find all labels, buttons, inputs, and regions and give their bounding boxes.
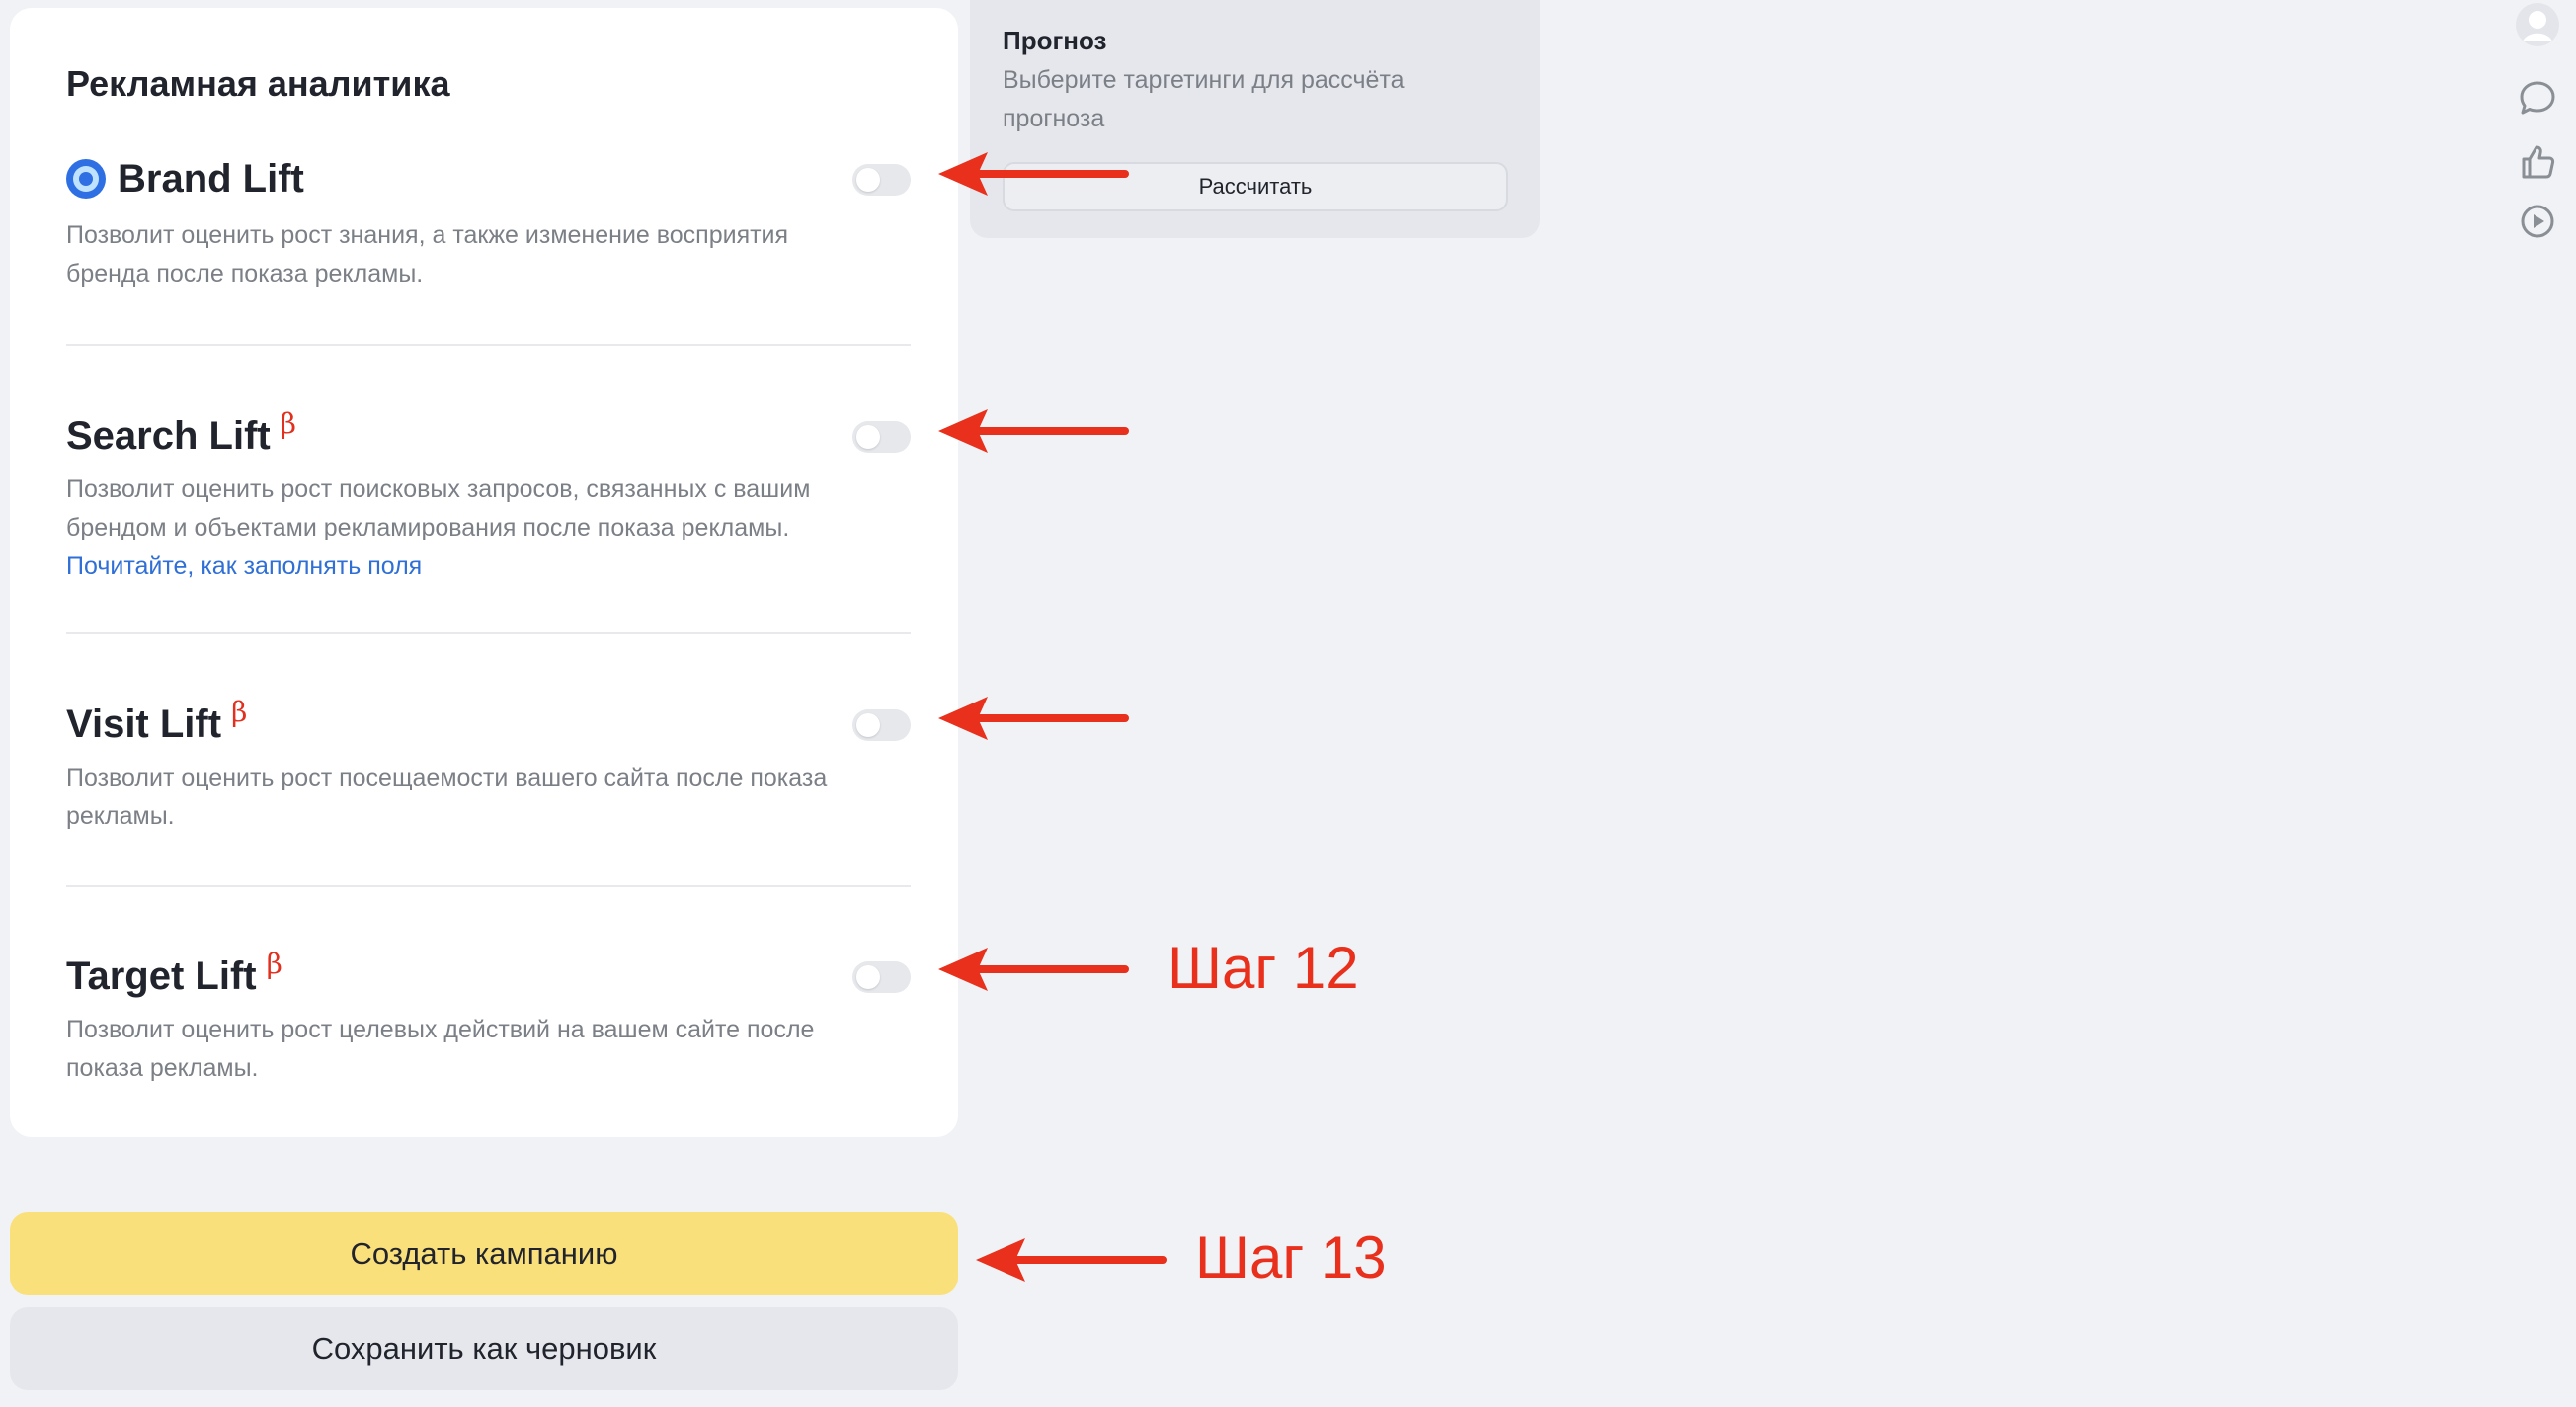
section-description: Позволит оценить рост знания, а также из… — [66, 221, 789, 288]
section-head: Search Lift β — [66, 407, 296, 460]
toggle-knob — [856, 713, 880, 737]
annotation-arrow-visit-lift — [938, 697, 1129, 740]
divider — [66, 344, 911, 346]
section-visit-lift: Visit Lift β Позволит оценить рост посещ… — [66, 696, 911, 838]
target-lift-toggle[interactable] — [852, 961, 911, 993]
annotation-arrow-brand-lift — [938, 152, 1129, 196]
section-description: Позволит оценить рост поисковых запросов… — [66, 470, 876, 586]
toggle-knob — [856, 168, 880, 192]
brand-lift-logo-icon — [66, 159, 106, 199]
beta-badge: β — [231, 696, 248, 728]
annotation-arrow-search-lift — [938, 409, 1129, 453]
annotation-arrow-create-campaign — [976, 1238, 1167, 1282]
divider — [66, 885, 911, 887]
section-head: Brand Lift — [66, 154, 304, 204]
toggle-knob — [856, 425, 880, 449]
forecast-title: Прогноз — [1003, 26, 1107, 55]
save-draft-button[interactable]: Сохранить как черновик — [10, 1307, 958, 1390]
brand-lift-toggle[interactable] — [852, 164, 911, 196]
section-title: Brand Lift — [118, 156, 304, 201]
card-title: Рекламная аналитика — [66, 63, 450, 104]
annotation-arrow-target-lift — [938, 948, 1129, 991]
section-brand-lift: Brand Lift Позволит оценить рост знания,… — [66, 154, 911, 302]
forecast-text: Выберите таргетинги для рассчёта прогноз… — [1003, 66, 1405, 132]
section-target-lift: Target Lift β Позволит оценить рост целе… — [66, 948, 911, 1090]
section-title: Target Lift — [66, 953, 257, 998]
section-head: Visit Lift β — [66, 696, 247, 749]
section-search-lift: Search Lift β Позволит оценить рост поис… — [66, 407, 911, 589]
step-12-label: Шаг 12 — [1167, 935, 1359, 1001]
thumbs-up-icon[interactable] — [2515, 139, 2560, 185]
beta-badge: β — [280, 407, 296, 440]
divider — [66, 632, 911, 634]
section-description: Позволит оценить рост посещаемости вашег… — [66, 764, 828, 830]
description-text: Позволит оценить рост поисковых запросов… — [66, 475, 811, 541]
step-13-label: Шаг 13 — [1195, 1224, 1387, 1290]
visit-lift-toggle[interactable] — [852, 709, 911, 741]
avatar-icon[interactable] — [2515, 2, 2560, 47]
beta-badge: β — [266, 948, 282, 980]
toggle-knob — [856, 965, 880, 989]
section-head: Target Lift β — [66, 948, 282, 1001]
create-campaign-button[interactable]: Создать кампанию — [10, 1212, 958, 1295]
section-description: Позволит оценить рост целевых действий н… — [66, 1016, 815, 1082]
chat-icon[interactable] — [2515, 75, 2560, 121]
ad-analytics-card: Рекламная аналитика Brand Lift Позволит … — [10, 8, 958, 1137]
section-title: Search Lift — [66, 413, 271, 457]
play-icon[interactable] — [2515, 199, 2560, 244]
fill-fields-help-link[interactable]: Почитайте, как заполнять поля — [66, 552, 422, 580]
forecast-panel: Прогноз Выберите таргетинги для рассчёта… — [970, 0, 1540, 238]
search-lift-toggle[interactable] — [852, 421, 911, 453]
section-title: Visit Lift — [66, 702, 222, 746]
